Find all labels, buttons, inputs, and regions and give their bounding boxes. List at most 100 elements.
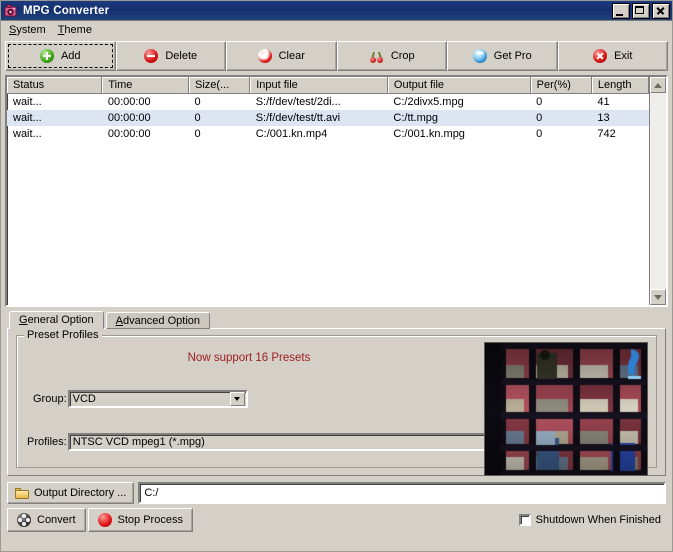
video-preview-thumbnail: [484, 342, 648, 476]
column-header-size[interactable]: Size(...: [188, 77, 251, 94]
blue-sphere-icon: [472, 49, 487, 63]
file-table: Status Time Size(... Input file Output f…: [7, 77, 649, 142]
cell-status: wait...: [13, 128, 42, 140]
preset-profiles-title: Preset Profiles: [24, 329, 102, 341]
convert-button[interactable]: Convert: [7, 508, 86, 532]
bottom-action-bar: Convert Stop Process Shutdown When Finis…: [7, 508, 666, 532]
scroll-up-button[interactable]: [650, 77, 666, 93]
menu-bar: System Theme: [1, 21, 672, 39]
menu-item-system[interactable]: System: [6, 23, 55, 37]
cell-input: C:/001.kn.mp4: [255, 128, 328, 140]
film-reel-icon: [17, 513, 31, 527]
group-dropdown-button[interactable]: [229, 392, 245, 406]
output-path-input[interactable]: C:/: [138, 482, 666, 504]
shutdown-label: Shutdown When Finished: [535, 514, 661, 526]
camera-icon: [4, 3, 19, 18]
clear-circle-icon: [257, 49, 272, 63]
column-header-time[interactable]: Time: [101, 77, 190, 94]
application-window: MPG Converter System Theme Add Delete Cl…: [0, 0, 673, 552]
close-button[interactable]: [652, 2, 670, 19]
cell-status: wait...: [7, 110, 102, 126]
group-combobox[interactable]: VCD: [67, 390, 248, 408]
group-value: VCD: [72, 393, 96, 405]
group-label: Group:: [33, 393, 67, 405]
stop-circle-icon: [97, 513, 112, 527]
column-header-input[interactable]: Input file: [249, 77, 388, 94]
cell-output: C:/2divx5.mpg: [393, 96, 464, 108]
title-bar: MPG Converter: [1, 1, 672, 21]
preset-note: Now support 16 Presets: [187, 352, 311, 364]
window-controls: [612, 2, 670, 19]
convert-button-label: Convert: [37, 514, 76, 526]
exit-circle-icon: [593, 49, 608, 63]
exit-button-label: Exit: [614, 50, 633, 62]
cell-input: S:/f/dev/test/tt.avi: [249, 110, 388, 126]
folder-icon: [15, 487, 29, 499]
column-header-status[interactable]: Status: [7, 77, 103, 94]
get-pro-button[interactable]: Get Pro: [447, 41, 558, 71]
cell-size: 0: [194, 128, 201, 140]
column-header-output[interactable]: Output file: [387, 77, 531, 94]
output-directory-label: Output Directory ...: [34, 487, 127, 499]
cell-percent: 0: [536, 96, 543, 108]
delete-button-label: Delete: [165, 50, 198, 62]
minimize-button[interactable]: [612, 2, 630, 19]
option-tabs: General Option Advanced Option: [9, 311, 672, 329]
chevron-down-icon: [234, 397, 241, 401]
cell-input: S:/f/dev/test/2di...: [255, 96, 341, 108]
exit-button[interactable]: Exit: [557, 41, 668, 71]
stop-process-button-label: Stop Process: [117, 514, 183, 526]
menu-item-theme[interactable]: Theme: [55, 23, 101, 37]
profiles-label: Profiles:: [27, 436, 67, 448]
clear-button[interactable]: Clear: [226, 41, 337, 71]
cell-length: 41: [597, 96, 610, 108]
scroll-down-button[interactable]: [650, 289, 666, 305]
scrollbar-track[interactable]: [650, 93, 666, 289]
get-pro-button-label: Get Pro: [493, 50, 532, 62]
cell-length: 13: [591, 110, 649, 126]
cell-time: 00:00:00: [107, 128, 151, 140]
tab-general-option[interactable]: General Option: [9, 311, 104, 329]
cell-length: 742: [597, 128, 616, 140]
cell-output: C:/001.kn.mpg: [393, 128, 465, 140]
window-title: MPG Converter: [23, 4, 110, 17]
column-header-length[interactable]: Length: [591, 77, 649, 94]
add-button[interactable]: Add: [5, 41, 116, 71]
crop-button-label: Crop: [390, 50, 415, 62]
crop-button[interactable]: Crop: [336, 41, 447, 71]
cell-time: 00:00:00: [107, 96, 151, 108]
file-list-body: Status Time Size(... Input file Output f…: [7, 77, 649, 305]
table-row[interactable]: wait... 00:00:00 0 S:/f/dev/test/tt.avi …: [7, 110, 649, 126]
clear-button-label: Clear: [278, 50, 305, 62]
cell-size: 0: [194, 96, 201, 108]
tab-advanced-option[interactable]: Advanced Option: [105, 312, 211, 329]
vertical-scrollbar[interactable]: [649, 77, 666, 305]
preset-profiles-group: Preset Profiles Now support 16 Presets G…: [16, 329, 657, 476]
output-directory-row: Output Directory ... C:/: [7, 482, 666, 504]
delete-circle-icon: [144, 49, 159, 63]
shutdown-when-finished-field: Shutdown When Finished: [518, 514, 666, 526]
stop-process-button[interactable]: Stop Process: [87, 508, 193, 532]
delete-button[interactable]: Delete: [115, 41, 226, 71]
cell-percent: 0: [530, 110, 592, 126]
cell-size: 0: [188, 110, 250, 126]
general-option-panel: Preset Profiles Now support 16 Presets G…: [7, 328, 666, 476]
table-row[interactable]: wait... 00:00:00 0 C:/001.kn.mp4 C:/001.…: [7, 126, 649, 142]
chevron-up-icon: [654, 82, 662, 88]
table-header-row: Status Time Size(... Input file Output f…: [7, 77, 649, 94]
add-circle-icon: [39, 49, 54, 63]
cell-output: C:/tt.mpg: [387, 110, 531, 126]
column-header-percent[interactable]: Per(%): [530, 77, 592, 94]
file-list: Status Time Size(... Input file Output f…: [5, 75, 668, 307]
cherries-icon: [369, 49, 384, 63]
toolbar: Add Delete Clear Crop Get Pro Exit: [5, 41, 668, 71]
maximize-button[interactable]: [632, 2, 650, 19]
table-row[interactable]: wait... 00:00:00 0 S:/f/dev/test/2di... …: [7, 94, 649, 111]
shutdown-checkbox[interactable]: [518, 514, 531, 526]
group-field: Group: VCD: [33, 390, 248, 408]
cell-percent: 0: [536, 128, 543, 140]
output-path-value: C:/: [144, 487, 159, 499]
chevron-down-icon: [654, 294, 662, 300]
output-directory-button[interactable]: Output Directory ...: [7, 482, 135, 504]
cell-status: wait...: [13, 96, 42, 108]
